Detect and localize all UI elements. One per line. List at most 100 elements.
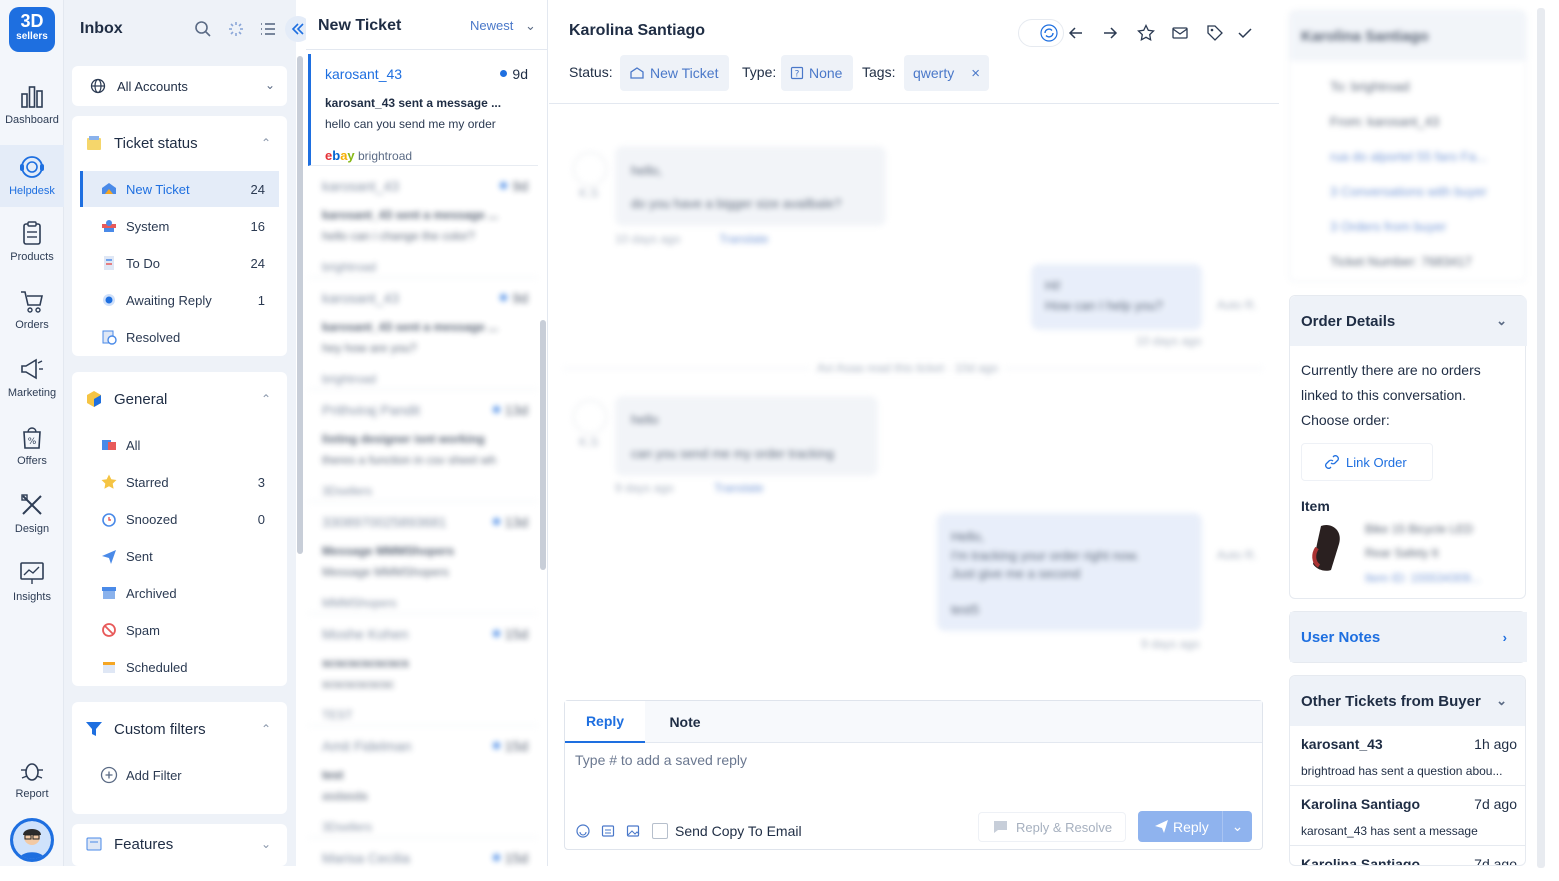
general-section: General ⌃ All Starred 3 Snoozed 0 Sent A… bbox=[72, 372, 287, 686]
ticket-item[interactable]: Moshe Kohen 15d scscscscscscs scscscscsc… bbox=[308, 614, 538, 726]
sidebar-scrollbar[interactable] bbox=[297, 56, 303, 554]
image-icon[interactable] bbox=[626, 824, 640, 838]
features-section[interactable]: Features ⌄ bbox=[72, 824, 287, 866]
link-icon bbox=[1325, 455, 1339, 469]
chevron-up-icon: ⌃ bbox=[260, 392, 271, 406]
message-bubble: Hello, I'm tracking your order right now… bbox=[937, 513, 1202, 631]
user-notes-header[interactable]: User Notes › bbox=[1290, 612, 1527, 662]
all-icon bbox=[102, 440, 116, 450]
helpdesk-app: 3D sellers Dashboard Helpdesk Products O… bbox=[0, 0, 1559, 881]
double-chevron-left-icon bbox=[291, 23, 304, 35]
inbox-sidebar: Inbox All Accounts ⌄ Ticket status ⌃ New… bbox=[64, 0, 311, 866]
page-scrollbar-track[interactable] bbox=[1537, 8, 1545, 868]
features-header[interactable]: Features ⌄ bbox=[72, 824, 287, 864]
nav-dashboard[interactable]: Dashboard bbox=[0, 82, 64, 126]
ticket-item[interactable]: Marisa Cecilia 15d bbox=[308, 838, 538, 866]
resolve-button[interactable] bbox=[1231, 19, 1259, 47]
checkmark-icon bbox=[1238, 28, 1252, 39]
reply-and-resolve-button[interactable]: Reply & Resolve bbox=[978, 812, 1126, 842]
nav-helpdesk[interactable]: Helpdesk bbox=[0, 145, 64, 207]
filter-icon bbox=[86, 722, 102, 736]
sort-selector[interactable]: Newest ⌄ bbox=[470, 18, 536, 34]
other-ticket-item[interactable]: Karolina Santiago 7d ago karosant_43 has… bbox=[1290, 787, 1525, 846]
nav-design[interactable]: Design bbox=[0, 491, 64, 535]
features-icon bbox=[86, 837, 102, 851]
app-logo[interactable]: 3D sellers bbox=[9, 7, 55, 52]
send-copy-checkbox[interactable] bbox=[652, 823, 668, 839]
other-ticket-item[interactable]: Karolina Santiago 7d ago bbox=[1290, 847, 1525, 865]
inbox-title: Inbox bbox=[80, 20, 123, 37]
reply-composer: Reply Note Type # to add a saved reply S… bbox=[564, 700, 1263, 850]
add-filter-button[interactable]: Add Filter bbox=[80, 757, 279, 793]
general-sent[interactable]: Sent bbox=[80, 538, 279, 574]
tag-button[interactable] bbox=[1201, 19, 1229, 47]
monitor-chart-icon bbox=[20, 562, 44, 584]
custom-filters-header[interactable]: Custom filters ⌃ bbox=[72, 709, 287, 749]
reply-options-chevron-icon[interactable]: ⌄ bbox=[1222, 811, 1252, 842]
link-order-button[interactable]: Link Order bbox=[1301, 443, 1433, 481]
general-archived[interactable]: Archived bbox=[80, 575, 279, 611]
emoji-icon[interactable] bbox=[576, 824, 590, 838]
ticket-item[interactable]: karosant_43 9d karosant_43 sent a messag… bbox=[308, 278, 538, 390]
nav-orders[interactable]: Orders bbox=[0, 287, 64, 331]
tab-reply[interactable]: Reply bbox=[565, 701, 645, 743]
ticket-item[interactable]: 330897002589368​1 13d Message MMMShopers… bbox=[308, 502, 538, 614]
spam-icon bbox=[102, 623, 116, 637]
general-header[interactable]: General ⌃ bbox=[72, 379, 287, 419]
status-resolved[interactable]: Resolved bbox=[80, 319, 279, 355]
conversation-panel: Karolina Santiago Status: New Ticket Typ… bbox=[549, 0, 1279, 866]
status-new-ticket[interactable]: New Ticket 24 bbox=[80, 171, 279, 207]
refresh-toggle[interactable] bbox=[1018, 19, 1064, 47]
ticket-item[interactable]: Amit Fidelman 15d test asdasda 3Dsellers bbox=[308, 726, 538, 838]
status-to-do[interactable]: To Do 24 bbox=[80, 245, 279, 281]
nav-marketing[interactable]: Marketing bbox=[0, 355, 64, 399]
chevron-down-icon: ⌄ bbox=[524, 18, 536, 33]
order-details-header[interactable]: Order Details ⌄ bbox=[1290, 296, 1527, 346]
nav-products[interactable]: Products bbox=[0, 219, 64, 263]
ticket-item[interactable]: Prithviraj Pandit 13d listing designer i… bbox=[308, 390, 538, 502]
type-selector[interactable]: ? None bbox=[781, 55, 853, 91]
tag-chip[interactable]: qwerty × bbox=[904, 55, 989, 91]
details-customer-name: Karolina Santiago bbox=[1290, 11, 1527, 61]
ticket-item[interactable]: karosant_43 9d karosant_43 sent a messag… bbox=[308, 54, 538, 166]
nav-report[interactable]: Report bbox=[0, 756, 64, 800]
general-spam[interactable]: Spam bbox=[80, 612, 279, 648]
other-tickets-header[interactable]: Other Tickets from Buyer ⌄ bbox=[1290, 676, 1525, 726]
star-button[interactable] bbox=[1132, 19, 1160, 47]
other-ticket-item[interactable]: karosant_43 1h ago brightroad has sent a… bbox=[1290, 727, 1525, 786]
previous-ticket-button[interactable] bbox=[1062, 19, 1090, 47]
search-icon[interactable] bbox=[194, 20, 214, 40]
nav-offers[interactable]: % Offers bbox=[0, 423, 64, 467]
email-button[interactable] bbox=[1166, 19, 1194, 47]
status-selector[interactable]: New Ticket bbox=[620, 55, 729, 91]
next-ticket-button[interactable] bbox=[1096, 19, 1124, 47]
archive-icon bbox=[102, 587, 116, 599]
item-thumbnail[interactable] bbox=[1301, 518, 1357, 574]
app-navigation-rail: 3D sellers Dashboard Helpdesk Products O… bbox=[0, 0, 64, 866]
status-system[interactable]: System 16 bbox=[80, 208, 279, 244]
general-scheduled[interactable]: Scheduled bbox=[80, 649, 279, 685]
nav-insights[interactable]: Insights bbox=[0, 559, 64, 603]
remove-tag-icon[interactable]: × bbox=[971, 65, 980, 82]
reply-input[interactable]: Type # to add a saved reply bbox=[575, 752, 747, 768]
type-label: Type: bbox=[742, 64, 777, 80]
reply-button[interactable]: Reply ⌄ bbox=[1138, 811, 1252, 842]
clipboard-icon bbox=[23, 221, 41, 245]
template-icon[interactable] bbox=[601, 824, 615, 838]
ticket-status-header[interactable]: Ticket status ⌃ bbox=[72, 123, 287, 163]
list-view-icon[interactable] bbox=[259, 20, 279, 40]
user-notes-card[interactable]: User Notes › bbox=[1289, 611, 1527, 663]
general-all[interactable]: All bbox=[80, 427, 279, 463]
ticket-list-scrollbar[interactable] bbox=[540, 320, 546, 570]
order-details-card: Order Details ⌄ Currently there are no o… bbox=[1289, 295, 1527, 599]
tab-note[interactable]: Note bbox=[645, 701, 725, 743]
ticket-item[interactable]: karosant_43 9d karosant_43 sent a messag… bbox=[308, 166, 538, 278]
status-awaiting-reply[interactable]: Awaiting Reply 1 bbox=[80, 282, 279, 318]
account-selector[interactable]: All Accounts ⌄ bbox=[72, 66, 287, 106]
new-ticket-icon bbox=[102, 183, 116, 194]
user-avatar[interactable] bbox=[10, 818, 54, 862]
calendar-icon bbox=[103, 662, 115, 673]
general-starred[interactable]: Starred 3 bbox=[80, 464, 279, 500]
general-snoozed[interactable]: Snoozed 0 bbox=[80, 501, 279, 537]
question-box-icon: ? bbox=[790, 66, 804, 80]
